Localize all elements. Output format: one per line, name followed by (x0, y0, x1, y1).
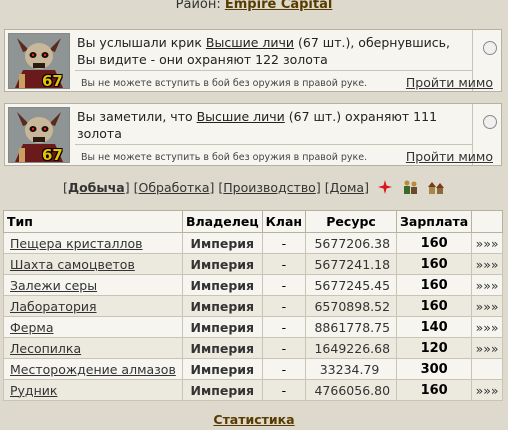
owner-cell: Империя (182, 316, 263, 338)
select-radio[interactable] (483, 41, 497, 55)
red-cross-icon[interactable] (377, 179, 393, 198)
select-radio[interactable] (483, 115, 497, 129)
col-resource: Ресурс (305, 210, 398, 233)
details-link (471, 358, 503, 380)
col-pay: Зарплата (396, 210, 473, 233)
clan-cell: - (261, 379, 307, 401)
weapon-warning: Вы не можете вступить в бой без оружия в… (81, 152, 368, 163)
table-row: Месторождение алмазов Империя - 33234.79… (3, 358, 503, 380)
encounter-message: Вы заметили, что Высшие личи (67 шт.) ох… (77, 109, 438, 141)
facility-link[interactable]: Лаборатория (10, 299, 97, 314)
facility-link[interactable]: Залежи серы (10, 278, 97, 293)
table-row: Шахта самоцветов Империя - 5677241.18 16… (3, 253, 503, 275)
facility-link[interactable]: Пещера кристаллов (10, 236, 143, 251)
table-row: Залежи серы Империя - 5677245.45 160 »»» (3, 274, 503, 296)
resource-cell: 4766056.80 (305, 379, 398, 401)
workers-icon[interactable] (401, 179, 419, 198)
divider (75, 70, 473, 71)
tab-production[interactable]: Производство (223, 180, 316, 195)
divider (75, 144, 473, 145)
resource-cell: 5677245.45 (305, 274, 398, 296)
tab-houses[interactable]: Дома (330, 180, 365, 195)
pay-cell: 300 (396, 358, 473, 380)
details-link[interactable]: »»» (471, 379, 503, 401)
table-row: Рудник Империя - 4766056.80 160 »»» (3, 379, 503, 401)
creature-link[interactable]: Высшие личи (197, 109, 285, 124)
encounter-message: Вы услышали крик Высшие личи (67 шт.), о… (77, 35, 450, 67)
creature-link[interactable]: Высшие личи (206, 35, 294, 50)
owner-cell: Империя (182, 253, 263, 275)
resource-cell: 5677206.38 (305, 232, 398, 254)
pay-cell: 160 (396, 253, 473, 275)
resource-cell: 5677241.18 (305, 253, 398, 275)
table-row: Лаборатория Империя - 6570898.52 160 »»» (3, 295, 503, 317)
buildings-icon[interactable] (427, 179, 445, 198)
resource-cell: 1649226.68 (305, 337, 398, 359)
level-badge: 67 (42, 72, 63, 89)
clan-cell: - (261, 274, 307, 296)
clan-cell: - (261, 232, 307, 254)
pay-cell: 160 (396, 295, 473, 317)
table-row: Пещера кристаллов Империя - 5677206.38 1… (3, 232, 503, 254)
details-link[interactable]: »»» (471, 232, 503, 254)
encounter-box: 67 Вы заметили, что Высшие личи (67 шт.)… (4, 103, 502, 166)
pay-cell: 160 (396, 274, 473, 296)
resource-cell: 6570898.52 (305, 295, 398, 317)
facility-link[interactable]: Рудник (10, 383, 57, 398)
resource-cell: 33234.79 (305, 358, 398, 380)
lich-portrait: 67 (8, 107, 70, 163)
facility-link[interactable]: Лесопилка (10, 341, 81, 356)
pass-by-link[interactable]: Пройти мимо (406, 149, 493, 164)
clan-cell: - (261, 337, 307, 359)
owner-cell: Империя (182, 337, 263, 359)
col-type: Тип (3, 210, 183, 233)
col-owner: Владелец (182, 210, 263, 233)
details-link[interactable]: »»» (471, 253, 503, 275)
owner-cell: Империя (182, 358, 263, 380)
clan-cell: - (261, 316, 307, 338)
owner-cell: Империя (182, 379, 263, 401)
details-link[interactable]: »»» (471, 295, 503, 317)
facility-link[interactable]: Месторождение алмазов (10, 362, 176, 377)
statistics-footer: Статистика (0, 412, 508, 427)
pay-cell: 160 (396, 232, 473, 254)
details-link[interactable]: »»» (471, 274, 503, 296)
owner-cell: Империя (182, 232, 263, 254)
table-row: Ферма Империя - 8861778.75 140 »»» (3, 316, 503, 338)
tab-processing[interactable]: Обработка (138, 180, 209, 195)
owner-cell: Империя (182, 274, 263, 296)
clan-cell: - (261, 253, 307, 275)
clan-cell: - (261, 295, 307, 317)
owner-cell: Империя (182, 295, 263, 317)
region-name-link[interactable]: Empire Capital (225, 0, 332, 12)
clan-cell: - (261, 358, 307, 380)
details-link[interactable]: »»» (471, 337, 503, 359)
weapon-warning: Вы не можете вступить в бой без оружия в… (81, 78, 368, 89)
table-header-row: Тип Владелец Клан Ресурс Зарплата (3, 210, 503, 233)
resource-table: Тип Владелец Клан Ресурс Зарплата Пещера… (3, 210, 503, 401)
category-tabs: [Добыча] [Обработка] [Производство] [Дом… (0, 179, 508, 198)
region-label: Район: (175, 0, 221, 12)
level-badge: 67 (42, 146, 63, 163)
lich-portrait: 67 (8, 33, 70, 89)
col-more (471, 210, 503, 233)
col-clan: Клан (261, 210, 307, 233)
region-line: Район: Empire Capital (0, 0, 508, 12)
facility-link[interactable]: Шахта самоцветов (10, 257, 135, 272)
tab-mining[interactable]: Добыча (68, 180, 125, 195)
details-link[interactable]: »»» (471, 316, 503, 338)
pass-by-link[interactable]: Пройти мимо (406, 75, 493, 90)
table-row: Лесопилка Империя - 1649226.68 120 »»» (3, 337, 503, 359)
pay-cell: 140 (396, 316, 473, 338)
resource-cell: 8861778.75 (305, 316, 398, 338)
facility-link[interactable]: Ферма (10, 320, 53, 335)
pay-cell: 120 (396, 337, 473, 359)
statistics-link[interactable]: Статистика (213, 412, 294, 427)
encounter-box: 67 Вы услышали крик Высшие личи (67 шт.)… (4, 29, 502, 92)
pay-cell: 160 (396, 379, 473, 401)
